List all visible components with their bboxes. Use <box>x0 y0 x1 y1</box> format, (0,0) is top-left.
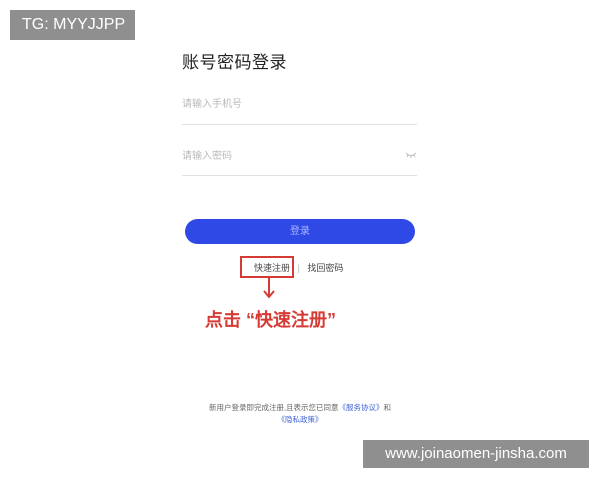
eye-closed-icon[interactable] <box>405 151 417 159</box>
login-button[interactable]: 登录 <box>185 219 415 244</box>
forgot-password-link[interactable]: 找回密码 <box>307 262 343 274</box>
footer-line-text: 新用户登录即完成注册,且表示您已同意 <box>208 403 339 412</box>
privacy-policy-link[interactable]: 《隐私政策》 <box>278 415 323 424</box>
watermark-bottom: www.joinaomen-jinsha.com <box>363 440 589 468</box>
page-title: 账号密码登录 <box>182 53 287 72</box>
footer-and-text: 和 <box>383 403 392 412</box>
password-input[interactable] <box>182 146 382 167</box>
password-field[interactable] <box>182 146 417 176</box>
watermark-top: TG: MYYJJPP <box>10 10 135 40</box>
phone-field[interactable] <box>182 94 417 125</box>
link-separator: | <box>297 263 300 273</box>
instruction-text: 点击 “快速注册” <box>205 310 337 330</box>
register-highlight-box <box>240 256 294 278</box>
down-arrow-icon <box>263 278 275 299</box>
footer-notice: 新用户登录即完成注册,且表示您已同意《服务协议》和 《隐私政策》 <box>190 402 410 426</box>
phone-input[interactable] <box>182 94 382 115</box>
service-agreement-link[interactable]: 《服务协议》 <box>339 403 384 412</box>
